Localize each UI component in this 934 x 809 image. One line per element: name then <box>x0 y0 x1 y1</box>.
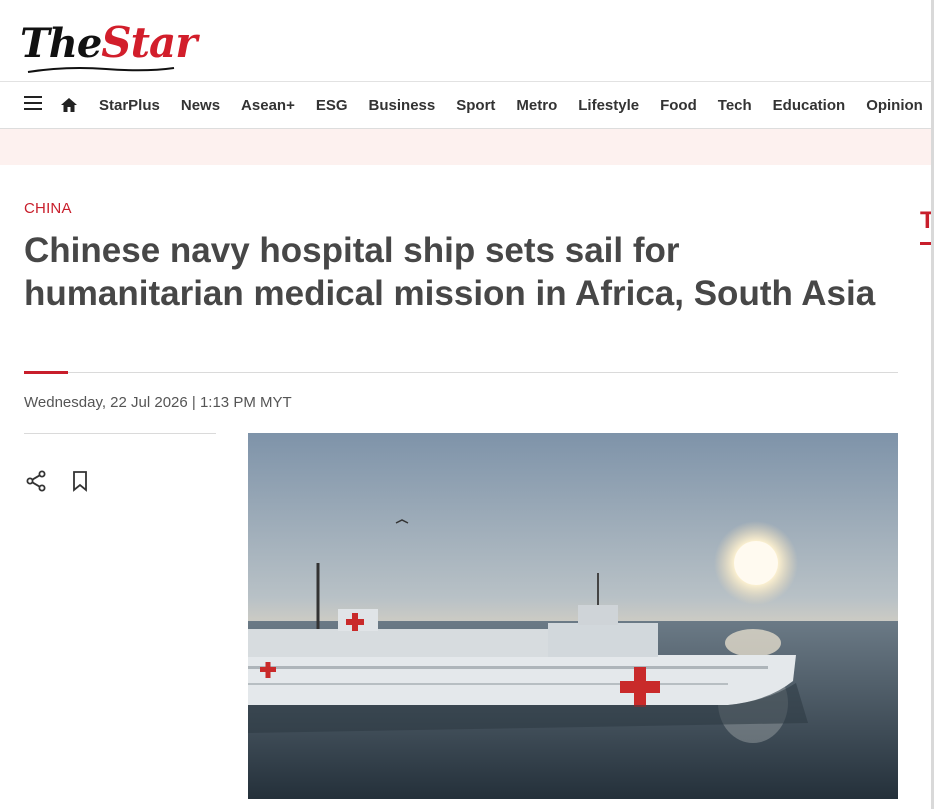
nav-item-metro[interactable]: Metro <box>516 97 557 114</box>
bookmark-icon[interactable] <box>68 469 92 493</box>
nav-item-esg[interactable]: ESG <box>316 97 348 114</box>
article-photo-hospital-ship <box>248 433 898 799</box>
logo-wordmark: TheStar <box>20 18 197 67</box>
article-dateline: Wednesday, 22 Jul 2026 | 1:13 PM MYT <box>24 394 292 411</box>
nav-item-education[interactable]: Education <box>773 97 846 114</box>
nav-item-food[interactable]: Food <box>660 97 697 114</box>
nav-item-asean[interactable]: Asean+ <box>241 97 295 114</box>
nav-item-sport[interactable]: Sport <box>456 97 495 114</box>
headline-divider-accent <box>24 371 68 374</box>
share-icon[interactable] <box>24 469 48 493</box>
nav-item-news[interactable]: News <box>181 97 220 114</box>
article-headline: Chinese navy hospital ship sets sail for… <box>24 231 876 313</box>
share-tools-divider <box>24 433 216 434</box>
home-icon[interactable] <box>60 96 78 114</box>
headline-divider <box>24 372 898 373</box>
site-header: TheStar <box>0 0 932 82</box>
nav-item-tech[interactable]: Tech <box>718 97 752 114</box>
nav-item-list: StarPlus News Asean+ ESG Business Sport … <box>99 82 932 128</box>
nav-item-starplus[interactable]: StarPlus <box>99 97 160 114</box>
logo-swoosh <box>27 67 175 73</box>
main-navigation: StarPlus News Asean+ ESG Business Sport … <box>0 82 932 129</box>
article-section-label[interactable]: CHINA <box>24 200 72 217</box>
site-logo[interactable]: TheStar <box>20 18 197 74</box>
nav-item-opinion[interactable]: Opinion <box>866 97 923 114</box>
hamburger-menu-icon[interactable] <box>24 96 42 114</box>
nav-item-business[interactable]: Business <box>369 97 436 114</box>
ad-banner-placeholder <box>0 129 932 165</box>
nav-item-lifestyle[interactable]: Lifestyle <box>578 97 639 114</box>
